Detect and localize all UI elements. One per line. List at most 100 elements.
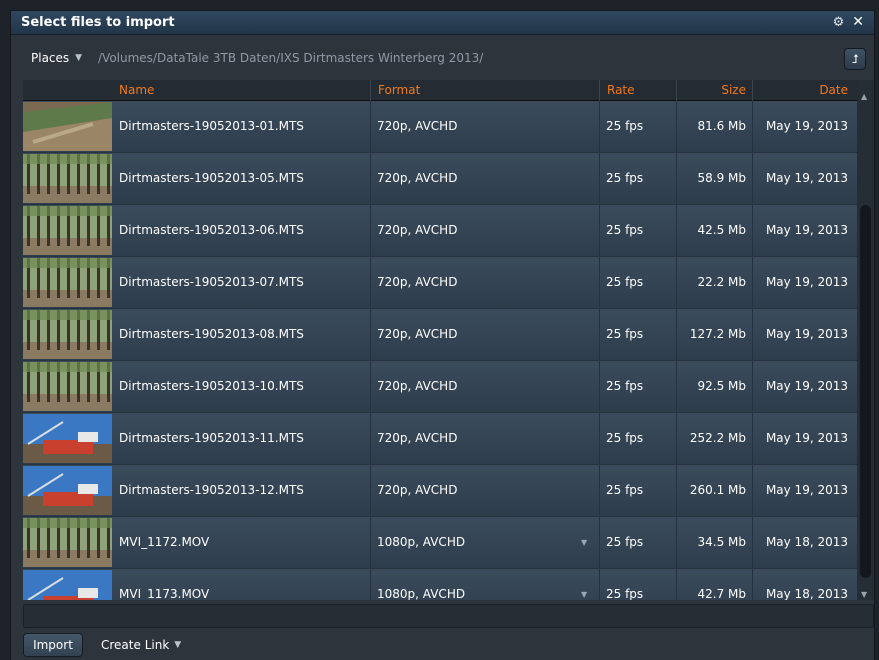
file-format: 720p, AVCHD — [377, 379, 458, 393]
places-label: Places — [31, 51, 70, 65]
chevron-down-icon: ▼ — [75, 53, 83, 63]
table-row[interactable]: Dirtmasters-19052013-01.MTS 720p, AVCHD 25… — [23, 101, 857, 153]
file-date: May 19, 2013 — [765, 119, 848, 133]
parent-folder-button[interactable]: ⮥ — [844, 48, 866, 70]
video-thumbnail — [23, 258, 112, 307]
folder-up-icon: ⮥ — [851, 51, 859, 66]
file-size: 92.5 Mb — [697, 379, 746, 393]
file-name: Dirtmasters-19052013-07.MTS — [119, 275, 304, 289]
file-size: 22.2 Mb — [697, 275, 746, 289]
column-header-format[interactable]: Format — [370, 80, 420, 101]
title-bar: Select files to import ⚙ ✕ — [11, 11, 874, 35]
video-thumbnail — [23, 362, 112, 411]
format-dropdown-icon[interactable]: ▼ — [581, 569, 587, 600]
vertical-scrollbar[interactable]: ▲ ▼ — [857, 80, 874, 600]
scroll-down-icon[interactable]: ▼ — [861, 590, 867, 599]
file-rate: 25 fps — [606, 535, 644, 549]
file-date: May 19, 2013 — [765, 327, 848, 341]
file-rate: 25 fps — [606, 587, 644, 600]
file-name: Dirtmasters-19052013-11.MTS — [119, 431, 304, 445]
chevron-down-icon: ▼ — [174, 640, 182, 650]
table-row[interactable]: MVI_1172.MOV 1080p, AVCHD ▼ 25 fps 34.5 Mb Ma… — [23, 517, 857, 569]
file-format: 720p, AVCHD — [377, 483, 458, 497]
gear-icon[interactable]: ⚙ — [833, 15, 845, 30]
table-header: Name Format Rate Size Date — [23, 80, 857, 101]
file-rate: 25 fps — [606, 379, 644, 393]
file-format: 720p, AVCHD — [377, 275, 458, 289]
file-date: May 19, 2013 — [765, 275, 848, 289]
scroll-up-icon[interactable]: ▲ — [861, 92, 867, 101]
import-dialog: Select files to import ⚙ ✕ Places ▼ /Vol… — [10, 10, 875, 660]
file-name: MVI_1173.MOV — [119, 587, 210, 600]
file-date: May 19, 2013 — [765, 431, 848, 445]
scrollbar-thumb[interactable] — [860, 205, 871, 578]
file-size: 127.2 Mb — [689, 327, 746, 341]
file-table: Name Format Rate Size Date Dirtmasters-1… — [23, 80, 857, 600]
video-thumbnail — [23, 102, 112, 151]
file-size: 81.6 Mb — [697, 119, 746, 133]
file-format: 720p, AVCHD — [377, 171, 458, 185]
file-date: May 19, 2013 — [765, 379, 848, 393]
path-bar: Places ▼ /Volumes/DataTale 3TB Daten/IXS… — [11, 36, 874, 80]
file-date: May 19, 2013 — [765, 483, 848, 497]
table-row[interactable]: Dirtmasters-19052013-11.MTS 720p, AVCHD 25… — [23, 413, 857, 465]
file-date: May 18, 2013 — [765, 535, 848, 549]
create-link-dropdown[interactable]: Create Link ▼ — [101, 638, 181, 652]
file-rate: 25 fps — [606, 171, 644, 185]
file-rate: 25 fps — [606, 275, 644, 289]
file-date: May 19, 2013 — [765, 223, 848, 237]
table-row[interactable]: Dirtmasters-19052013-10.MTS 720p, AVCHD 25… — [23, 361, 857, 413]
file-name: Dirtmasters-19052013-05.MTS — [119, 171, 304, 185]
table-row[interactable]: Dirtmasters-19052013-06.MTS 720p, AVCHD 25… — [23, 205, 857, 257]
bottom-bar: Import Create Link ▼ — [11, 631, 874, 660]
file-rate: 25 fps — [606, 483, 644, 497]
file-format: 720p, AVCHD — [377, 431, 458, 445]
column-header-rate[interactable]: Rate — [599, 80, 635, 101]
column-header-name[interactable]: Name — [119, 83, 154, 97]
places-dropdown[interactable]: Places ▼ — [31, 51, 82, 65]
file-format: 1080p, AVCHD — [377, 587, 466, 600]
file-name: Dirtmasters-19052013-01.MTS — [119, 119, 304, 133]
close-icon[interactable]: ✕ — [852, 14, 864, 30]
file-format: 720p, AVCHD — [377, 119, 458, 133]
table-row[interactable]: Dirtmasters-19052013-12.MTS 720p, AVCHD 25… — [23, 465, 857, 517]
file-date: May 18, 2013 — [765, 587, 848, 600]
file-size: 42.7 Mb — [697, 587, 746, 600]
file-size: 34.5 Mb — [697, 535, 746, 549]
file-date: May 19, 2013 — [765, 171, 848, 185]
column-header-size[interactable]: Size — [676, 80, 752, 101]
file-rate: 25 fps — [606, 327, 644, 341]
column-header-date[interactable]: Date — [752, 80, 854, 101]
file-size: 252.2 Mb — [689, 431, 746, 445]
format-dropdown-icon[interactable]: ▼ — [581, 517, 587, 568]
file-name: Dirtmasters-19052013-12.MTS — [119, 483, 304, 497]
create-link-label: Create Link — [101, 638, 170, 652]
table-row[interactable]: MVI_1173.MOV 1080p, AVCHD ▼ 25 fps 42.7 Mb Ma… — [23, 569, 857, 600]
table-row[interactable]: Dirtmasters-19052013-05.MTS 720p, AVCHD 25… — [23, 153, 857, 205]
file-rate: 25 fps — [606, 119, 644, 133]
video-thumbnail — [23, 466, 112, 515]
video-thumbnail — [23, 310, 112, 359]
video-thumbnail — [23, 414, 112, 463]
file-size: 42.5 Mb — [697, 223, 746, 237]
file-format: 1080p, AVCHD — [377, 535, 466, 549]
dialog-title: Select files to import — [21, 15, 175, 30]
table-row[interactable]: Dirtmasters-19052013-07.MTS 720p, AVCHD 25… — [23, 257, 857, 309]
table-row[interactable]: Dirtmasters-19052013-08.MTS 720p, AVCHD 25… — [23, 309, 857, 361]
current-path: /Volumes/DataTale 3TB Daten/IXS Dirtmast… — [98, 51, 484, 65]
file-list: Dirtmasters-19052013-01.MTS 720p, AVCHD 25… — [23, 101, 857, 600]
file-rate: 25 fps — [606, 223, 644, 237]
file-name: Dirtmasters-19052013-06.MTS — [119, 223, 304, 237]
file-name: MVI_1172.MOV — [119, 535, 210, 549]
file-size: 58.9 Mb — [697, 171, 746, 185]
file-name: Dirtmasters-19052013-08.MTS — [119, 327, 304, 341]
file-rate: 25 fps — [606, 431, 644, 445]
file-format: 720p, AVCHD — [377, 327, 458, 341]
status-bar — [23, 604, 874, 628]
import-button[interactable]: Import — [23, 633, 83, 657]
file-name: Dirtmasters-19052013-10.MTS — [119, 379, 304, 393]
video-thumbnail — [23, 518, 112, 567]
video-thumbnail — [23, 570, 112, 600]
file-size: 260.1 Mb — [689, 483, 746, 497]
file-format: 720p, AVCHD — [377, 223, 458, 237]
